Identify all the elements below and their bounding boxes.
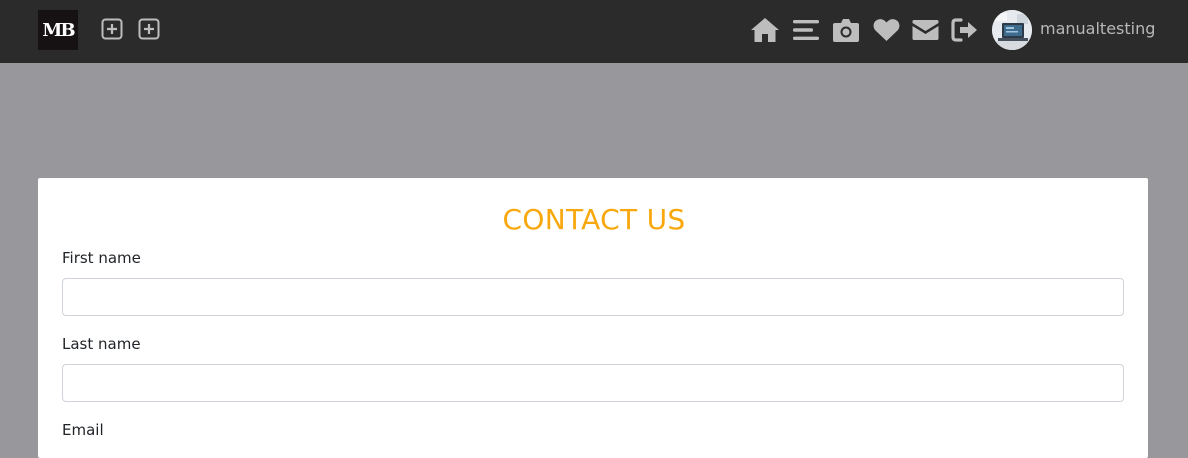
top-navbar: MB manualtesting: [0, 0, 1188, 63]
last-name-field[interactable]: [62, 364, 1124, 402]
user-avatar[interactable]: [992, 10, 1032, 50]
heart-icon[interactable]: [872, 17, 900, 43]
add-square-icon[interactable]: [138, 18, 160, 40]
first-name-field[interactable]: [62, 278, 1124, 316]
brand-logo[interactable]: MB: [38, 10, 78, 50]
menu-icon[interactable]: [793, 18, 819, 42]
email-label: Email: [62, 421, 104, 439]
sign-out-icon[interactable]: [951, 17, 979, 43]
home-icon[interactable]: [750, 16, 780, 44]
username-link[interactable]: manualtesting: [1040, 18, 1155, 40]
page-title: CONTACT US: [502, 203, 686, 236]
last-name-label: Last name: [62, 335, 141, 353]
camera-icon[interactable]: [832, 16, 860, 44]
first-name-label: First name: [62, 249, 141, 267]
add-square-icon[interactable]: [101, 18, 123, 40]
envelope-icon[interactable]: [911, 18, 939, 42]
